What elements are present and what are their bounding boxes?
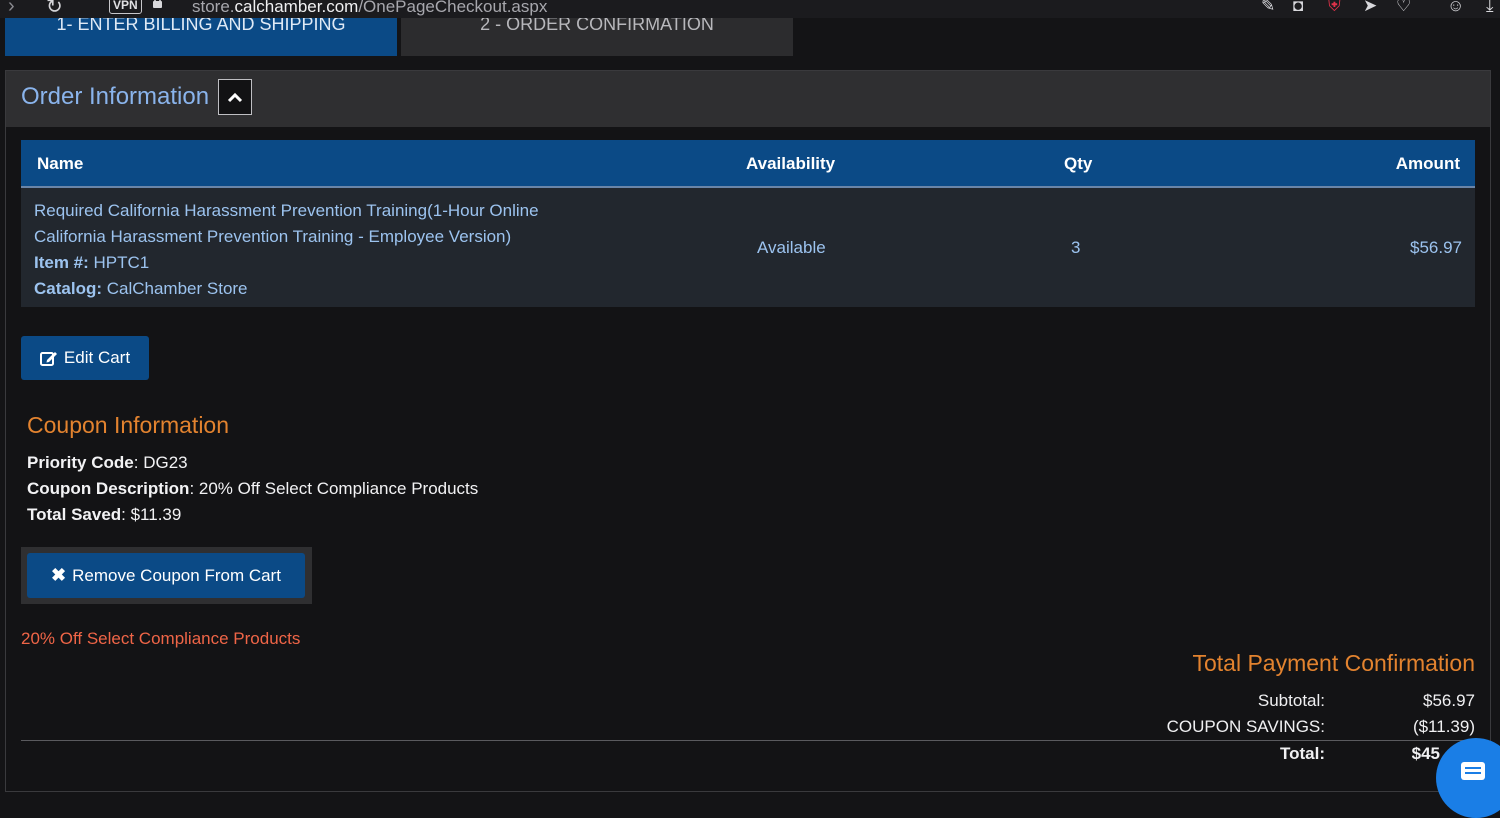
item-amount: $56.97: [1410, 238, 1462, 257]
order-items-table: Name Availability Qty Amount Required Ca…: [21, 140, 1475, 307]
edit-cart-button[interactable]: Edit Cart: [21, 336, 149, 380]
priority-code: Priority Code: DG23: [27, 453, 188, 473]
total-payment-heading: Total Payment Confirmation: [1192, 650, 1475, 676]
chat-button[interactable]: [1436, 738, 1500, 818]
item-availability: Available: [757, 238, 826, 257]
item-number-label: Item #:: [34, 253, 89, 272]
camera-icon[interactable]: ◘: [1293, 0, 1303, 16]
total-saved-label: Total Saved: [27, 505, 122, 524]
edit-icon[interactable]: ✎: [1261, 0, 1275, 16]
url-domain: calchamber.com: [234, 0, 359, 16]
coupon-savings-value: ($11.39): [1412, 717, 1475, 736]
table-row: Required California Harassment Preventio…: [21, 188, 1475, 307]
column-header-availability: Availability: [746, 154, 836, 173]
column-header-amount: Amount: [1395, 154, 1460, 173]
browser-toolbar: › ↻ VPN store.calchamber.com/OnePageChec…: [0, 0, 1500, 18]
catalog-value: CalChamber Store: [106, 279, 248, 298]
applied-coupon-note: 20% Off Select Compliance Products: [21, 629, 301, 648]
item-qty: 3: [1071, 238, 1081, 257]
send-icon[interactable]: ➤: [1363, 0, 1377, 16]
chevron-up-icon: [227, 92, 243, 103]
coupon-information-heading: Coupon Information: [27, 412, 230, 438]
tab-label: 2 - ORDER CONFIRMATION: [480, 18, 714, 34]
subtotal-row: Subtotal: $56.97: [6, 691, 1490, 713]
collapse-button[interactable]: [218, 79, 252, 115]
tab-billing-shipping[interactable]: 1- ENTER BILLING AND SHIPPING: [5, 18, 397, 56]
panel-header: Order Information: [6, 71, 1490, 127]
item-catalog: Catalog: CalChamber Store: [34, 276, 539, 302]
lock-icon[interactable]: [152, 0, 163, 8]
remove-coupon-wrapper: ✖ Remove Coupon From Cart: [21, 547, 312, 604]
priority-code-label: Priority Code: [27, 453, 134, 472]
remove-coupon-button[interactable]: ✖ Remove Coupon From Cart: [27, 553, 305, 598]
shield-icon[interactable]: ⛨: [1328, 0, 1341, 16]
close-icon: ✖: [51, 565, 67, 585]
item-name-cell: Required California Harassment Preventio…: [34, 198, 539, 302]
column-header-name: Name: [37, 154, 84, 173]
address-bar[interactable]: store.calchamber.com/OnePageCheckout.asp…: [192, 0, 547, 17]
total-saved-value: : $11.39: [121, 505, 182, 524]
edit-icon: [39, 351, 57, 366]
tab-order-confirmation[interactable]: 2 - ORDER CONFIRMATION: [401, 18, 793, 56]
total-label: Total:: [1279, 744, 1325, 763]
chat-icon: [1461, 762, 1485, 780]
coupon-description-value: : 20% Off Select Compliance Products: [189, 479, 479, 498]
reload-icon[interactable]: ↻: [46, 0, 63, 18]
total-value: $45: [1411, 744, 1440, 763]
download-icon[interactable]: ⤓: [1486, 0, 1494, 16]
forward-icon[interactable]: ›: [8, 0, 15, 18]
column-header-qty: Qty: [1064, 154, 1093, 173]
url-path: /OnePageCheckout.aspx: [358, 0, 548, 16]
item-title-line2[interactable]: California Harassment Prevention Trainin…: [34, 224, 539, 250]
priority-code-value: : DG23: [133, 453, 188, 472]
url-prefix: store.: [192, 0, 235, 16]
totals-divider: [21, 740, 1475, 741]
panel-title: Order Information: [21, 83, 210, 110]
item-number-value: HPTC1: [93, 253, 150, 272]
vpn-badge[interactable]: VPN: [109, 0, 142, 14]
tab-label: 1- ENTER BILLING AND SHIPPING: [56, 18, 346, 34]
coupon-savings-label: COUPON SAVINGS:: [1166, 717, 1325, 736]
remove-coupon-label: Remove Coupon From Cart: [72, 565, 281, 585]
coupon-description-label: Coupon Description: [27, 479, 190, 498]
coupon-savings-row: COUPON SAVINGS: ($11.39): [6, 717, 1490, 739]
total-row: Total: $45: [6, 744, 1490, 766]
item-number: Item #: HPTC1: [34, 250, 539, 276]
coupon-description: Coupon Description: 20% Off Select Compl…: [27, 479, 478, 499]
table-header: Name Availability Qty Amount: [21, 140, 1475, 188]
order-information-panel: Order Information Name Availability Qty …: [5, 70, 1491, 792]
item-title-line1[interactable]: Required California Harassment Preventio…: [34, 198, 539, 224]
subtotal-label: Subtotal:: [1257, 691, 1325, 710]
edit-cart-label: Edit Cart: [63, 348, 131, 367]
heart-icon[interactable]: ♡: [1396, 0, 1411, 16]
catalog-label: Catalog:: [34, 279, 102, 298]
total-saved: Total Saved: $11.39: [27, 505, 181, 525]
profile-icon[interactable]: ☺: [1447, 0, 1464, 16]
subtotal-value: $56.97: [1423, 691, 1475, 710]
